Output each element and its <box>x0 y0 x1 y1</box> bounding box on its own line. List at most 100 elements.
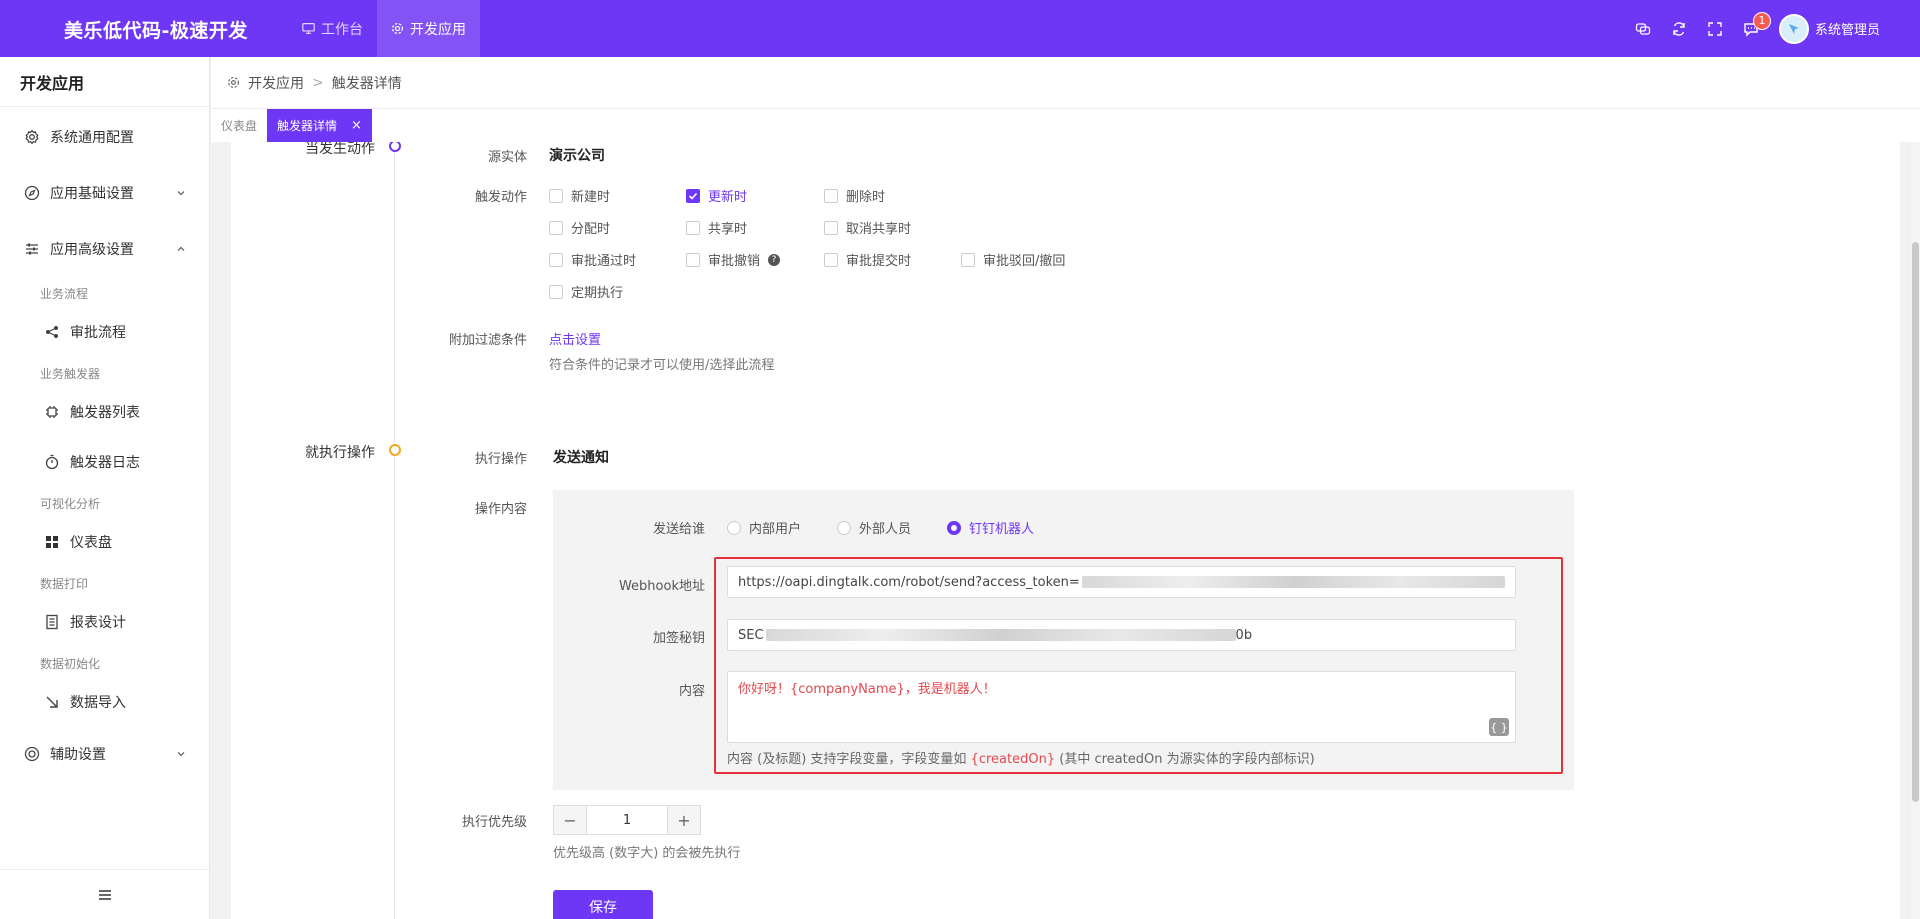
sidebar-item-system-config[interactable]: 系统通用配置 <box>0 117 209 157</box>
checkbox-approval-submit[interactable]: 审批提交时 <box>824 250 911 269</box>
radio-dingtalk-robot[interactable]: 钉钉机器人 <box>947 518 1034 537</box>
radio-label: 外部人员 <box>859 522 912 537</box>
user-name: 系统管理员 <box>1814 23 1880 38</box>
content-help: 内容 (及标题) 支持字段变量，字段变量如 {createdOn} (其中 cr… <box>727 748 1315 767</box>
document-icon <box>46 614 58 630</box>
menu-group-visual: 可视化分析 <box>40 497 101 511</box>
sidebar-item-report-design[interactable]: 报表设计 <box>0 602 209 642</box>
content-help-suffix: (其中 createdOn 为源实体的字段内部标识) <box>1059 752 1315 767</box>
sidebar-item-aux-settings[interactable]: 辅助设置 <box>0 734 209 774</box>
checkbox-box <box>824 252 838 267</box>
checkbox-scheduled[interactable]: 定期执行 <box>549 282 623 301</box>
radio-circle <box>837 520 851 535</box>
sidebar-item-dashboard[interactable]: 仪表盘 <box>0 522 209 562</box>
radio-external-users[interactable]: 外部人员 <box>837 518 911 537</box>
secret-suffix: 0b <box>1235 627 1253 643</box>
redacted-mask <box>765 629 1236 641</box>
webhook-value: https://oapi.dingtalk.com/robot/send?acc… <box>738 574 1080 590</box>
sidebar: 开发应用 系统通用配置 应用基础设置 应用高级设置 业务流程 审批流程 业务触发… <box>0 57 210 919</box>
sidebar-item-label: 报表设计 <box>70 615 126 631</box>
tab-trigger-detail[interactable]: 触发器详情 × <box>267 109 372 142</box>
timeline-line <box>394 142 395 919</box>
checkbox-create[interactable]: 新建时 <box>549 186 610 205</box>
topnav-workbench-label: 工作台 <box>321 21 363 38</box>
fullscreen-icon[interactable] <box>1697 11 1733 47</box>
step-then-dot <box>389 444 401 456</box>
user-menu[interactable]: 系统管理员 <box>1778 13 1880 44</box>
chat-icon[interactable] <box>1625 11 1661 47</box>
sidebar-item-label: 触发器日志 <box>70 455 140 471</box>
filter-label: 附加过滤条件 <box>448 333 527 348</box>
scroll-thumb[interactable] <box>1912 242 1919 802</box>
decrement-button[interactable]: − <box>554 806 586 834</box>
checkbox-delete[interactable]: 删除时 <box>824 186 885 205</box>
compass-icon <box>24 185 40 201</box>
lifebuoy-icon <box>24 746 40 762</box>
checkbox-box <box>549 284 563 299</box>
checkbox-approval-reject[interactable]: 审批驳回/撤回 <box>961 250 1065 269</box>
tab-dashboard[interactable]: 仪表盘 <box>211 109 267 142</box>
topnav-dev-apps-label: 开发应用 <box>410 21 466 38</box>
close-icon[interactable]: × <box>351 118 362 133</box>
share-icon <box>46 326 58 338</box>
step-when-label: 当发生动作 <box>305 142 375 157</box>
chevron-down-icon <box>177 191 185 196</box>
webhook-label: Webhook地址 <box>618 579 705 594</box>
priority-value[interactable]: 1 <box>586 806 668 834</box>
sidebar-item-approval-flow[interactable]: 审批流程 <box>0 312 209 352</box>
topnav-dev-apps[interactable]: 开发应用 <box>377 0 480 57</box>
trigger-action-label: 触发动作 <box>474 190 527 205</box>
radio-internal-users[interactable]: 内部用户 <box>727 518 801 537</box>
tab-label: 触发器详情 <box>277 119 338 133</box>
avatar <box>1778 13 1809 44</box>
checkbox-share[interactable]: 共享时 <box>686 218 747 237</box>
source-entity-label: 源实体 <box>487 150 527 165</box>
breadcrumb-separator: > <box>312 74 324 91</box>
message-icon[interactable]: 1 <box>1733 11 1771 47</box>
checkbox-update[interactable]: 更新时 <box>686 186 747 205</box>
sidebar-item-label: 触发器列表 <box>70 405 140 421</box>
sidebar-item-trigger-list[interactable]: 触发器列表 <box>0 392 209 432</box>
topnav-workbench[interactable]: 工作台 <box>288 0 377 57</box>
checkbox-assign[interactable]: 分配时 <box>549 218 610 237</box>
checkbox-approval-pass[interactable]: 审批通过时 <box>549 250 636 269</box>
insert-variable-button[interactable]: { } <box>1489 718 1509 736</box>
checkbox-approval-revoke[interactable]: 审批撤销? <box>686 250 781 269</box>
help-icon[interactable]: ? <box>768 253 781 266</box>
scrollbar[interactable] <box>1911 142 1920 919</box>
radio-circle <box>727 520 741 535</box>
sidebar-collapse-button[interactable] <box>0 869 209 919</box>
content-textarea[interactable]: 你好呀！{companyName}，我是机器人！ { } <box>727 671 1516 743</box>
grid-icon <box>46 536 58 548</box>
sidebar-item-trigger-log[interactable]: 触发器日志 <box>0 442 209 482</box>
increment-button[interactable]: + <box>668 806 700 834</box>
sliders-icon <box>26 243 38 255</box>
arrow-down-right-icon <box>46 696 58 708</box>
top-right-tools: 1 系统管理员 <box>1625 0 1880 57</box>
priority-hint: 优先级高 (数字大) 的会被先执行 <box>553 846 741 861</box>
radio-label: 内部用户 <box>749 522 802 537</box>
top-bar: 美乐低代码-极速开发 工作台 开发应用 1 系统管理员 <box>0 0 1920 57</box>
checkbox-box <box>824 188 838 203</box>
checkbox-label: 共享时 <box>708 222 748 237</box>
secret-input[interactable]: SEC 0b <box>727 619 1516 651</box>
step-when-dot <box>389 142 401 152</box>
sidebar-item-app-advanced[interactable]: 应用高级设置 <box>0 229 209 269</box>
menu-icon <box>98 889 111 900</box>
webhook-input[interactable]: https://oapi.dingtalk.com/robot/send?acc… <box>727 566 1516 598</box>
checkbox-label: 审批通过时 <box>571 254 637 269</box>
breadcrumb-parent[interactable]: 开发应用 <box>248 73 304 93</box>
radio-label: 钉钉机器人 <box>969 522 1035 537</box>
sidebar-item-data-import[interactable]: 数据导入 <box>0 682 209 722</box>
refresh-icon[interactable] <box>1661 11 1697 47</box>
checkbox-box <box>549 220 563 235</box>
filter-settings-link[interactable]: 点击设置 <box>549 329 601 348</box>
content-help-prefix: 内容 (及标题) 支持字段变量，字段变量如 <box>727 752 967 767</box>
menu-group-trigger: 业务触发器 <box>40 367 101 381</box>
chevron-up-icon <box>177 246 185 251</box>
gear-icon <box>228 77 239 88</box>
checkbox-unshare[interactable]: 取消共享时 <box>824 218 911 237</box>
sidebar-item-app-basic[interactable]: 应用基础设置 <box>0 173 209 213</box>
save-button[interactable]: 保存 <box>553 890 653 919</box>
notification-badge: 1 <box>1752 11 1771 30</box>
